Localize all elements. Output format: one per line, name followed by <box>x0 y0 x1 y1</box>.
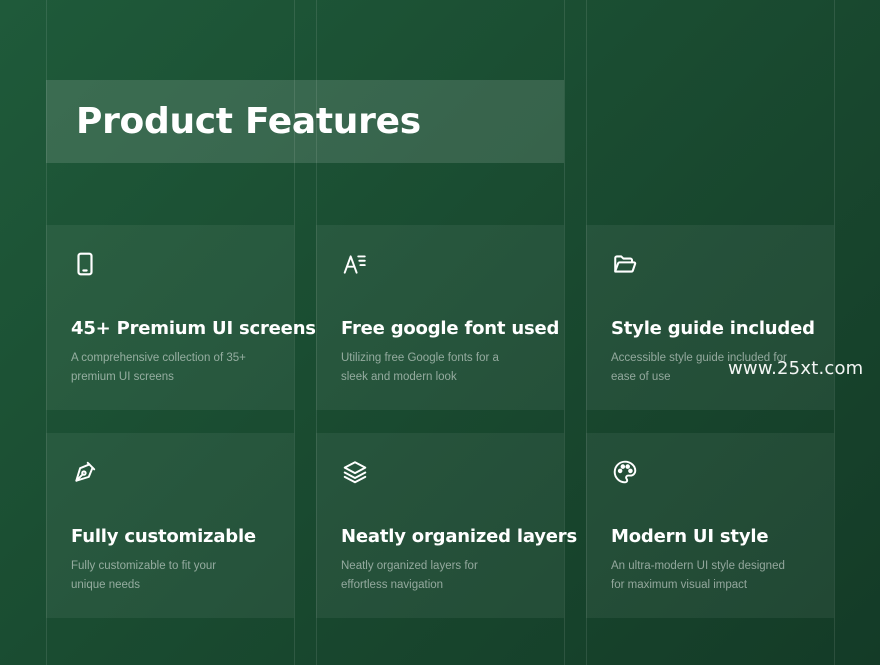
feature-description: A comprehensive collection of 35+ premiu… <box>71 352 246 383</box>
feature-description: Fully customizable to fit your unique ne… <box>71 560 217 591</box>
palette-icon <box>612 459 638 485</box>
page-title: Product Features <box>76 101 421 142</box>
feature-description: Utilizing free Google fonts for a sleek … <box>341 352 499 383</box>
grid-line <box>834 0 835 665</box>
feature-description: Neatly organized layers for effortless n… <box>341 560 478 591</box>
feature-card-style-guide: Style guide included Accessible style gu… <box>586 225 834 410</box>
font-icon <box>342 251 368 277</box>
feature-title: Neatly organized layers <box>341 526 577 547</box>
feature-title: Free google font used <box>341 318 560 339</box>
feature-title: Modern UI style <box>611 526 769 547</box>
feature-title: Fully customizable <box>71 526 256 547</box>
feature-title: Style guide included <box>611 318 815 339</box>
feature-card-google-font: Free google font used Utilizing free Goo… <box>316 225 564 410</box>
feature-page: Product Features 45+ Premium UI screens … <box>0 0 880 665</box>
grid-line <box>564 0 565 665</box>
pen-tool-icon <box>72 459 98 485</box>
watermark-text: www.25xt.com <box>728 358 864 379</box>
feature-card-customizable: Fully customizable Fully customizable to… <box>46 433 294 618</box>
feature-card-premium-screens: 45+ Premium UI screens A comprehensive c… <box>46 225 316 410</box>
smartphone-icon <box>72 251 98 277</box>
feature-card-layers: Neatly organized layers Neatly organized… <box>316 433 577 618</box>
layers-icon <box>342 459 368 485</box>
feature-title: 45+ Premium UI screens <box>71 318 316 339</box>
feature-description: An ultra-modern UI style designed for ma… <box>611 560 785 591</box>
page-title-banner: Product Features <box>46 80 564 163</box>
folder-open-icon <box>612 251 638 277</box>
feature-card-modern-style: Modern UI style An ultra-modern UI style… <box>586 433 834 618</box>
